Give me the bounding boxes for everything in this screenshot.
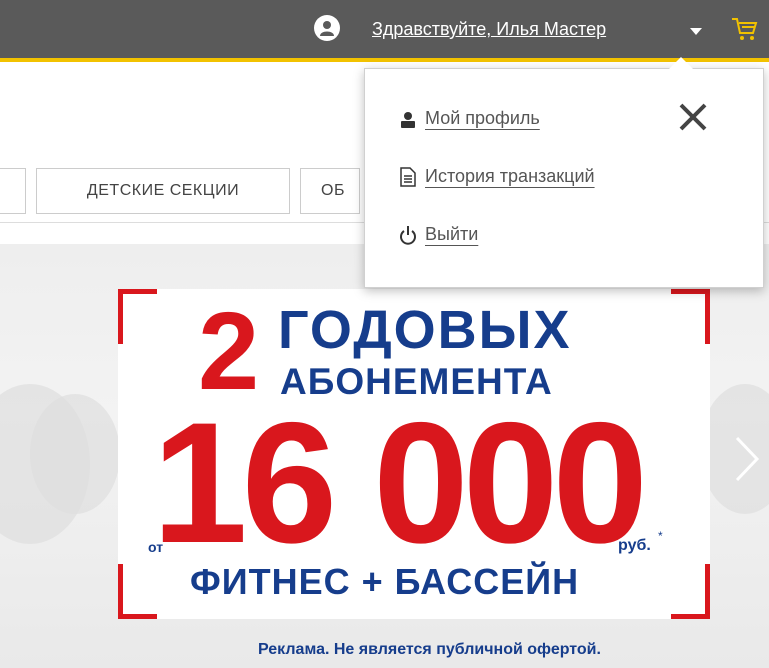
menu-item-label[interactable]: Мой профиль xyxy=(425,108,540,129)
frame-corner xyxy=(671,289,710,344)
power-icon xyxy=(399,223,417,245)
menu-item-label[interactable]: История транзакций xyxy=(425,166,595,187)
category-button-ob[interactable]: ОБ xyxy=(300,168,360,214)
category-button-partial[interactable] xyxy=(0,168,26,214)
frame-corner xyxy=(671,564,710,619)
promo-line-1: ГОДОВЫХ xyxy=(278,300,572,360)
document-icon xyxy=(399,165,417,187)
cart-icon[interactable] xyxy=(730,16,758,42)
menu-item-profile[interactable]: Мой профиль xyxy=(399,107,540,129)
promo-offer: ФИТНЕС + БАССЕЙН xyxy=(190,561,580,602)
dropdown-pointer xyxy=(669,57,693,69)
close-icon[interactable] xyxy=(673,97,713,137)
chevron-right-icon[interactable] xyxy=(731,434,761,484)
category-button-kids-sections[interactable]: ДЕТСКИЕ СЕКЦИИ xyxy=(36,168,290,214)
chevron-down-icon[interactable] xyxy=(690,28,702,35)
promo-card: 2 ГОДОВЫХ АБОНЕМЕНТА 16 000 от руб. * ФИ… xyxy=(118,289,710,619)
ad-disclaimer: Реклама. Не является публичной офертой. xyxy=(258,641,601,658)
menu-item-logout[interactable]: Выйти xyxy=(399,223,478,245)
promo-price: 16 000 xyxy=(152,387,648,579)
user-menu-dropdown: Мой профиль История транзакций Выйти xyxy=(364,57,764,288)
menu-item-transactions[interactable]: История транзакций xyxy=(399,165,595,187)
menu-item-label[interactable]: Выйти xyxy=(425,224,478,245)
price-prefix: от xyxy=(148,539,164,555)
frame-corner xyxy=(118,289,157,344)
user-circle-icon[interactable] xyxy=(314,15,340,41)
top-bar: Здравствуйте, Илья Мастер xyxy=(0,0,769,62)
promo-banner[interactable]: 2 ГОДОВЫХ АБОНЕМЕНТА 16 000 от руб. * ФИ… xyxy=(0,244,769,668)
banner-background-shape xyxy=(30,394,120,514)
price-footnote-mark: * xyxy=(658,529,663,543)
user-greeting-link[interactable]: Здравствуйте, Илья Мастер xyxy=(372,19,606,40)
person-icon xyxy=(399,107,417,129)
price-currency: руб. xyxy=(618,537,651,554)
